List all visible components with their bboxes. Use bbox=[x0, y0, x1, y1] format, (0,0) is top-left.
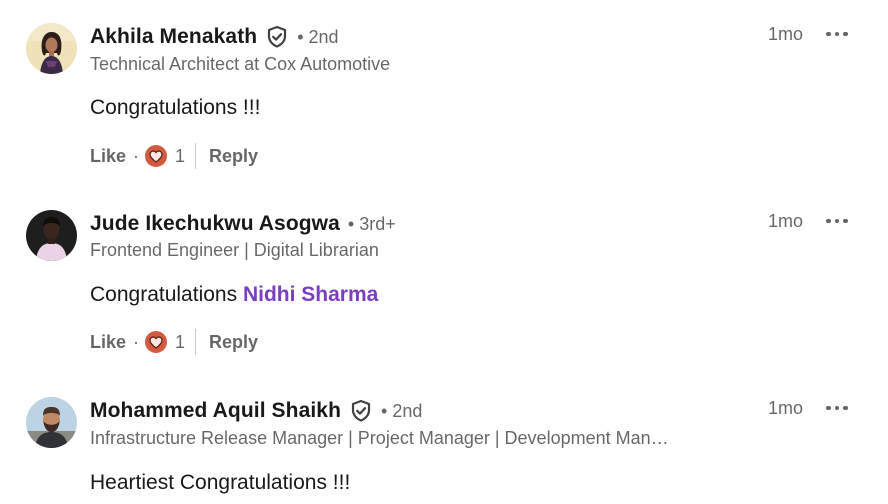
author-name[interactable]: Mohammed Aquil Shaikh bbox=[90, 399, 341, 423]
author-row: Mohammed Aquil Shaikh • 2nd bbox=[90, 396, 422, 426]
like-button[interactable]: Like bbox=[90, 332, 126, 353]
avatar[interactable] bbox=[26, 210, 77, 261]
avatar[interactable] bbox=[26, 23, 77, 74]
reaction-count[interactable]: 1 bbox=[175, 146, 185, 167]
verified-shield-icon bbox=[349, 399, 373, 423]
avatar[interactable] bbox=[26, 397, 77, 448]
love-reaction-icon[interactable] bbox=[145, 331, 168, 353]
comment-text-content: Congratulations !!! bbox=[90, 96, 261, 119]
author-headline: Frontend Engineer | Digital Librarian bbox=[90, 240, 379, 260]
author-name[interactable]: Jude Ikechukwu Asogwa bbox=[90, 212, 340, 236]
divider bbox=[195, 329, 197, 355]
separator: · bbox=[133, 331, 140, 352]
reply-button[interactable]: Reply bbox=[209, 332, 258, 353]
reaction-count[interactable]: 1 bbox=[175, 332, 185, 353]
more-options-icon[interactable] bbox=[822, 211, 852, 231]
comment-text-content: Heartiest Congratulations !!! bbox=[90, 471, 351, 494]
author-row: Jude Ikechukwu Asogwa • 3rd+ bbox=[90, 209, 396, 239]
more-options-icon[interactable] bbox=[822, 24, 852, 44]
comment-text: Congratulations Nidhi Sharma bbox=[90, 283, 378, 307]
love-reaction-icon[interactable] bbox=[145, 145, 168, 167]
comment-time: 1mo bbox=[768, 398, 804, 418]
comment-actions: Like · 1 Reply bbox=[90, 141, 258, 171]
connection-degree: • 2nd bbox=[297, 26, 339, 47]
separator: · bbox=[133, 145, 140, 166]
author-headline: Technical Architect at Cox Automotive bbox=[90, 54, 391, 74]
author-headline: Infrastructure Release Manager | Project… bbox=[90, 428, 669, 448]
comment-time: 1mo bbox=[768, 24, 804, 44]
like-button[interactable]: Like bbox=[90, 146, 126, 167]
comment-text: Congratulations !!! bbox=[90, 96, 260, 120]
author-row: Akhila Menakath • 2nd bbox=[90, 22, 339, 52]
mention-link[interactable]: Nidhi Sharma bbox=[243, 283, 378, 306]
connection-degree: • 3rd+ bbox=[347, 213, 396, 234]
reply-button[interactable]: Reply bbox=[209, 146, 258, 167]
comment-text-content: Congratulations bbox=[90, 283, 243, 306]
more-options-icon[interactable] bbox=[822, 398, 852, 418]
comment-text: Heartiest Congratulations !!! bbox=[90, 471, 350, 495]
connection-degree: • 2nd bbox=[381, 400, 423, 421]
divider bbox=[195, 143, 197, 169]
comment-time: 1mo bbox=[768, 211, 804, 231]
comment-actions: Like · 1 Reply bbox=[90, 327, 258, 357]
verified-shield-icon bbox=[265, 25, 289, 49]
author-name[interactable]: Akhila Menakath bbox=[90, 25, 257, 49]
